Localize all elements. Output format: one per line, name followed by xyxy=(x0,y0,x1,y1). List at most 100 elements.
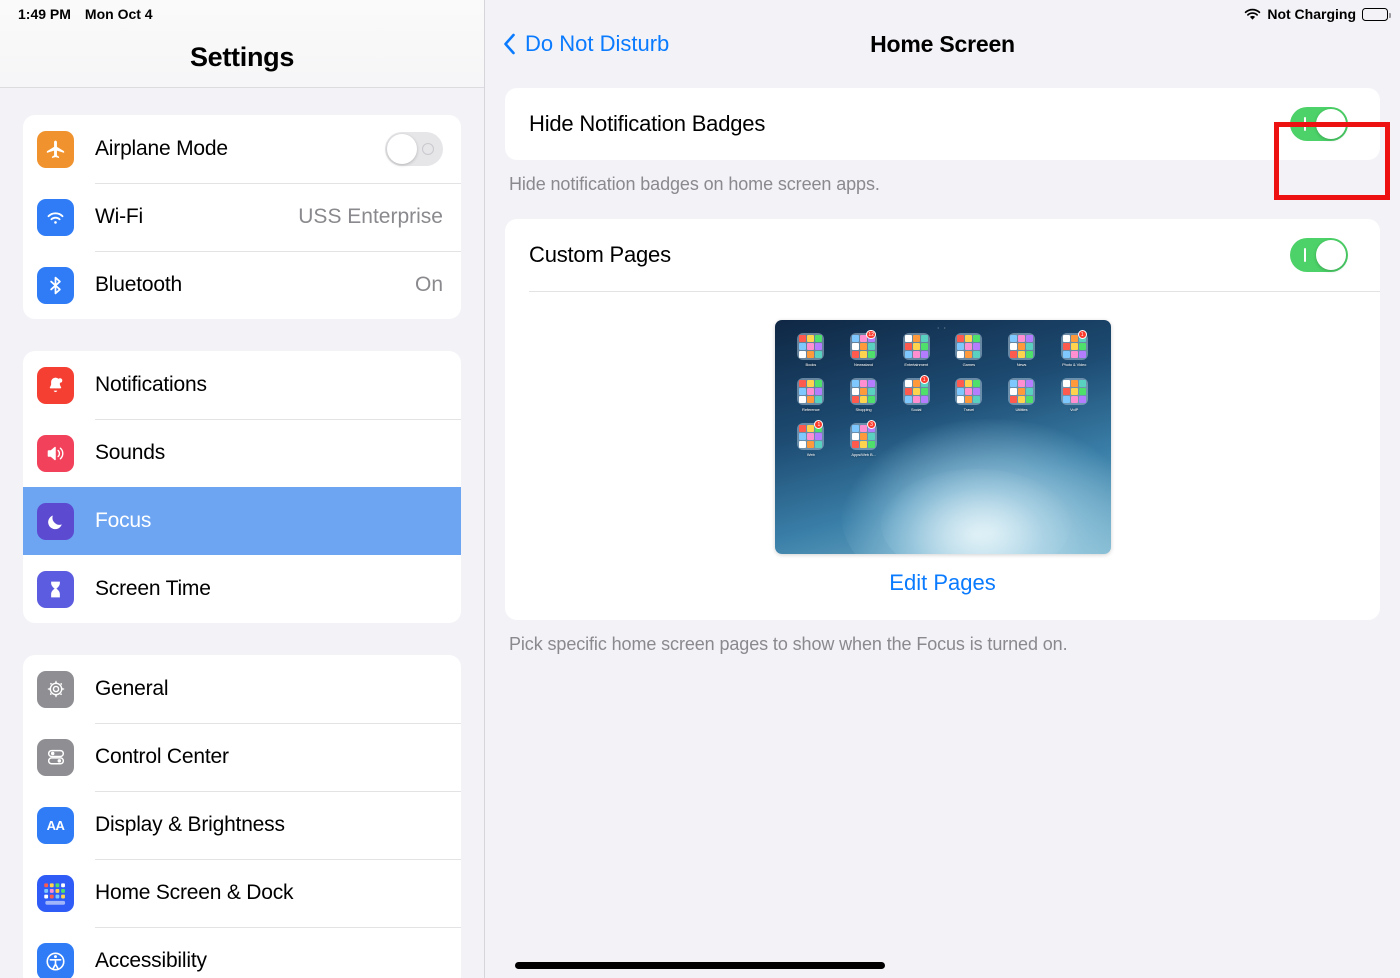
hide-badges-label: Hide Notification Badges xyxy=(529,111,766,136)
folder-label: Utilities xyxy=(1015,407,1028,412)
detail-panel: Do Not Disturb Home Screen Hide Notifica… xyxy=(485,0,1400,978)
folder-icon: 3 xyxy=(849,420,877,450)
detail-title: Home Screen xyxy=(870,30,1015,57)
sidebar-group-connectivity: Airplane Mode Wi-Fi USS Enterprise Bluet… xyxy=(23,115,461,319)
home-screen-folder: 1 Social xyxy=(890,375,943,412)
home-screen-dock-icon xyxy=(37,874,74,912)
custom-pages-toggle[interactable] xyxy=(1290,238,1348,272)
sidebar-item-label: Bluetooth xyxy=(95,273,182,296)
sidebar-item-home-screen-dock[interactable]: Home Screen & Dock xyxy=(23,859,461,927)
home-screen-folder: 1 Photo & Video xyxy=(1048,330,1101,367)
hide-badges-row[interactable]: Hide Notification Badges xyxy=(505,88,1380,160)
home-screen-folder: News xyxy=(995,333,1048,367)
home-screen-folder: Books xyxy=(785,333,838,367)
edit-pages-link[interactable]: Edit Pages xyxy=(505,560,1380,620)
sidebar-item-focus[interactable]: Focus xyxy=(23,487,461,555)
folder-icon xyxy=(849,378,877,405)
sidebar-item-label: Display & Brightness xyxy=(95,813,285,836)
folder-icon xyxy=(1060,378,1088,405)
home-screen-folder: Reference xyxy=(785,378,838,412)
sidebar-group-system: Notifications Sounds Focus Screen Time xyxy=(23,351,461,623)
folder-label: News xyxy=(1016,362,1027,367)
folder-label: Apps/Web B... xyxy=(851,452,876,457)
folder-icon xyxy=(797,333,825,360)
sidebar-item-label: Home Screen & Dock xyxy=(95,881,294,904)
sidebar-item-wifi[interactable]: Wi-Fi USS Enterprise xyxy=(23,183,461,251)
folder-label: Web xyxy=(806,452,815,457)
folder-icon: 12 xyxy=(849,330,877,360)
folder-label: Shopping xyxy=(855,407,872,412)
notification-badge: 12 xyxy=(866,330,876,339)
sidebar-item-label: Airplane Mode xyxy=(95,137,228,160)
folder-icon xyxy=(1007,378,1035,405)
bluetooth-icon xyxy=(37,266,74,304)
home-screen-folder: Utilities xyxy=(995,378,1048,412)
sidebar-item-label: Notifications xyxy=(95,373,207,396)
folder-icon xyxy=(955,333,983,360)
ipad-settings-screen: 1:49 PM Mon Oct 4 Not Charging Settings xyxy=(0,0,1400,978)
custom-pages-label: Custom Pages xyxy=(529,242,671,267)
control-center-icon xyxy=(37,738,74,776)
sidebar-item-label: Focus xyxy=(95,509,152,532)
sidebar-item-label: General xyxy=(95,677,169,700)
home-screen-folder: 1 Web xyxy=(785,420,838,457)
hide-badges-toggle[interactable] xyxy=(1290,107,1348,141)
sidebar-item-display-brightness[interactable]: AA Display & Brightness xyxy=(23,791,461,859)
bell-icon xyxy=(37,366,74,404)
folder-label: Newsstand xyxy=(854,362,873,367)
home-screen-folder-grid: Books 12 Newsstand Entertainment Games News 1 P… xyxy=(785,330,1101,457)
airplane-icon xyxy=(37,130,74,168)
folder-label: VoIP xyxy=(1070,407,1079,412)
folder-label: Entertainment xyxy=(904,362,928,367)
home-screen-folder: Shopping xyxy=(837,378,890,412)
folder-label: Reference xyxy=(802,407,820,412)
notification-badge: 1 xyxy=(919,375,929,384)
folder-label: Photo & Video xyxy=(1062,362,1087,367)
sidebar-group-device: General Control Center AA Display & Brig… xyxy=(23,655,461,978)
sidebar-item-screen-time[interactable]: Screen Time xyxy=(23,555,461,623)
folder-icon xyxy=(902,333,930,360)
sidebar-item-accessibility[interactable]: Accessibility xyxy=(23,927,461,978)
sidebar-item-bluetooth[interactable]: Bluetooth On xyxy=(23,251,461,319)
sidebar-item-sounds[interactable]: Sounds xyxy=(23,419,461,487)
folder-icon: 1 xyxy=(1060,330,1088,360)
moon-icon xyxy=(37,502,74,540)
folder-icon: 1 xyxy=(902,375,930,405)
settings-sidebar: Settings Airplane Mode Wi-Fi USS Enterpr… xyxy=(0,0,485,978)
hourglass-icon xyxy=(37,570,74,608)
custom-pages-row[interactable]: Custom Pages xyxy=(505,219,1380,291)
sidebar-item-airplane-mode[interactable]: Airplane Mode xyxy=(23,115,461,183)
sidebar-scroll-area[interactable]: Airplane Mode Wi-Fi USS Enterprise Bluet… xyxy=(0,88,484,978)
sidebar-item-general[interactable]: General xyxy=(23,655,461,723)
speaker-icon xyxy=(37,434,74,472)
detail-nav-bar: Do Not Disturb Home Screen xyxy=(485,0,1400,88)
sidebar-item-control-center[interactable]: Control Center xyxy=(23,723,461,791)
folder-label: Books xyxy=(805,362,817,367)
notification-badge: 1 xyxy=(1077,330,1087,339)
page-indicator-dots: • • xyxy=(937,325,948,330)
home-screen-folder: VoIP xyxy=(1048,378,1101,412)
home-screen-page-preview[interactable]: • • Books 12 Newsstand Entertainment Games Ne… xyxy=(774,320,1111,554)
wifi-network-value: USS Enterprise xyxy=(298,205,443,228)
home-screen-folder: Travel xyxy=(943,378,996,412)
sidebar-header: Settings xyxy=(0,0,484,88)
accessibility-icon xyxy=(37,942,74,978)
custom-pages-card: Custom Pages • • Books 12 Newsstand Enterta… xyxy=(505,219,1380,620)
folder-label: Social xyxy=(911,407,922,412)
sidebar-item-label: Wi-Fi xyxy=(95,205,143,228)
home-indicator xyxy=(515,962,885,969)
hide-badges-footer: Hide notification badges on home screen … xyxy=(509,174,880,194)
bluetooth-state-value: On xyxy=(414,273,443,296)
sidebar-item-label: Control Center xyxy=(95,745,229,768)
folder-icon xyxy=(955,378,983,405)
sidebar-item-label: Screen Time xyxy=(95,577,211,600)
home-screen-folder: 12 Newsstand xyxy=(837,330,890,367)
home-screen-preview-wrap: • • Books 12 Newsstand Entertainment Games Ne… xyxy=(505,292,1380,560)
airplane-mode-toggle[interactable] xyxy=(385,132,443,166)
folder-label: Games xyxy=(962,362,976,367)
sidebar-item-notifications[interactable]: Notifications xyxy=(23,351,461,419)
folder-icon xyxy=(1007,333,1035,360)
hide-badges-card: Hide Notification Badges xyxy=(505,88,1380,160)
folder-icon xyxy=(797,378,825,405)
custom-pages-footer: Pick specific home screen pages to show … xyxy=(509,634,1068,654)
